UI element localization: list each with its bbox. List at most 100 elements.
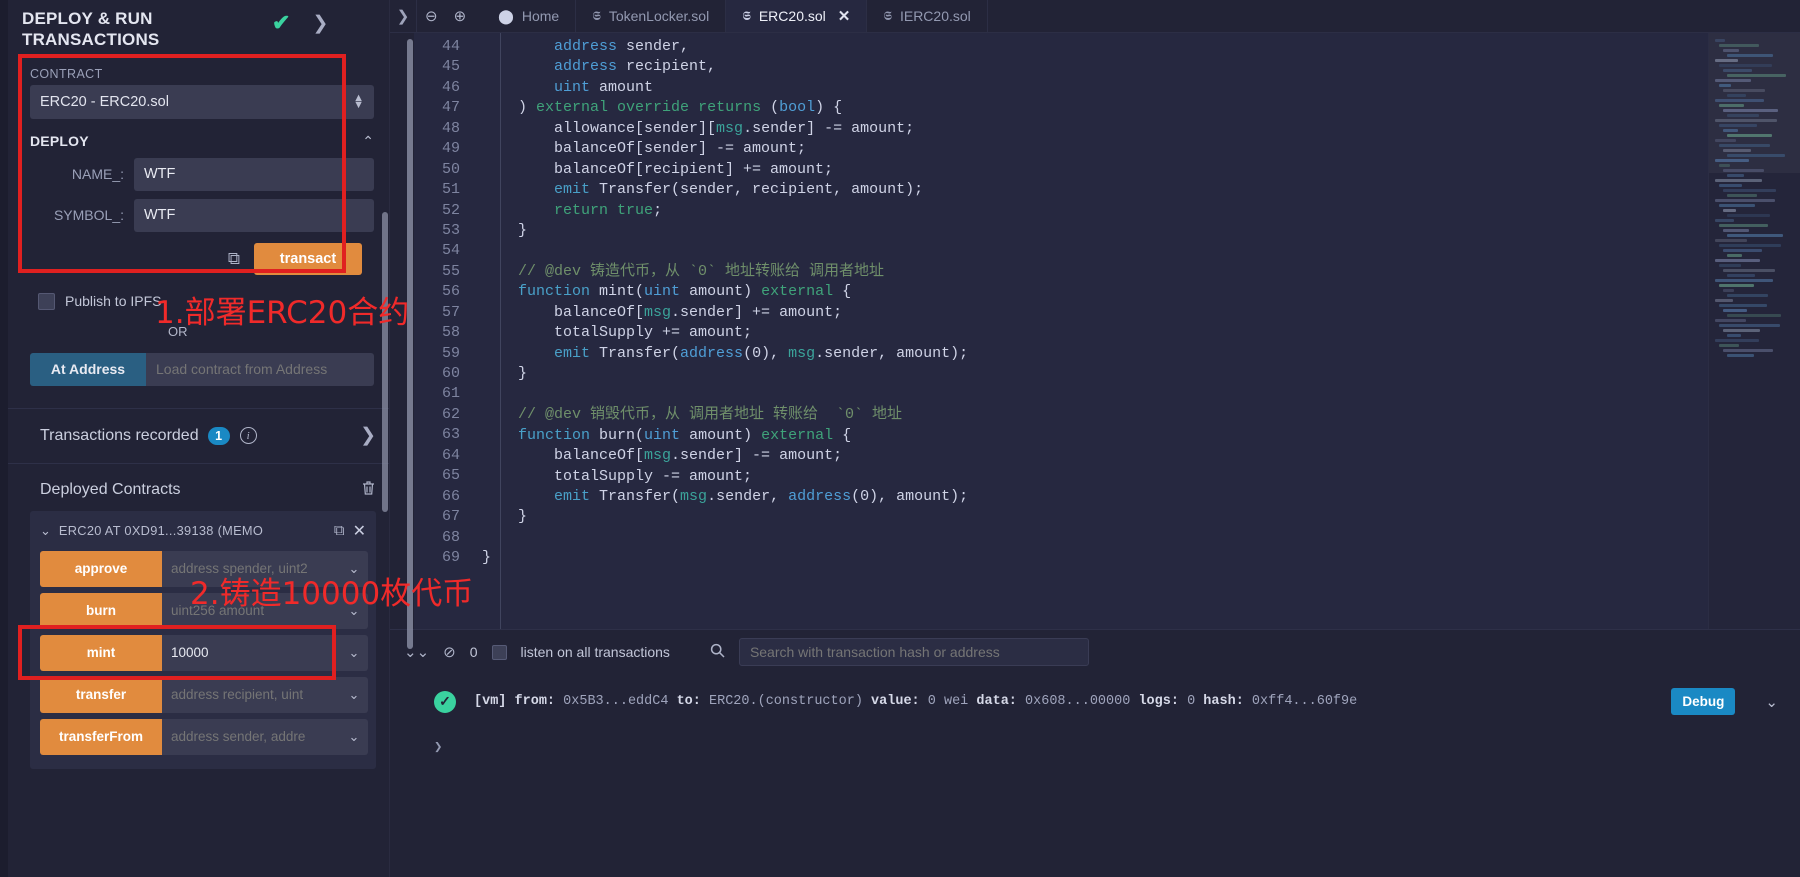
approve-button[interactable]: approve bbox=[40, 550, 162, 587]
deployed-contract-name: ERC20 AT 0XD91...39138 (MEMO bbox=[58, 523, 264, 538]
plugin-active-check-icon: ✔ bbox=[272, 10, 291, 35]
transaction-log-row[interactable]: ✓ [vm] from: 0x5B3...eddC4 to: ERC20.(co… bbox=[390, 678, 1800, 725]
terminal-panel: ⌄⌄ ⊘ 0 listen on all transactions ✓ [vm] bbox=[390, 629, 1800, 877]
log-value-value: 0 wei bbox=[927, 694, 969, 709]
contract-label: CONTRACT bbox=[30, 66, 103, 81]
tab-erc20-label: ERC20.sol bbox=[758, 8, 826, 24]
solidity-icon: 𝕾 bbox=[592, 8, 601, 23]
code-content[interactable]: address sender, address recipient, uint … bbox=[472, 33, 1708, 629]
terminal-prompt[interactable]: ❯ bbox=[390, 725, 1800, 756]
solidity-icon: 𝕾 bbox=[883, 8, 892, 23]
publish-ipfs-checkbox[interactable] bbox=[38, 292, 55, 310]
log-hash-value: 0xff4...60f9e bbox=[1251, 694, 1358, 709]
chevron-right-icon[interactable]: ❯ bbox=[312, 14, 328, 33]
pending-count: 0 bbox=[469, 644, 478, 660]
transfer-input[interactable] bbox=[162, 676, 340, 713]
burn-button[interactable]: burn bbox=[40, 592, 162, 629]
deploy-arg-symbol: SYMBOL_: bbox=[30, 198, 374, 232]
log-value-label: value: bbox=[871, 694, 920, 709]
mint-expand-icon[interactable]: ⌄ bbox=[340, 634, 368, 671]
publish-ipfs-label: Publish to IPFS bbox=[65, 293, 162, 309]
main-area: ❯ ⊖ ⊕ ⬤ Home 𝕾 TokenLocker.sol 𝕾 ERC20.s… bbox=[390, 0, 1800, 877]
success-check-icon: ✓ bbox=[434, 690, 456, 713]
copy-icon[interactable]: ⧉ bbox=[228, 249, 240, 269]
arg-label-name: NAME_: bbox=[71, 166, 124, 182]
tab-tokenlocker[interactable]: 𝕾 TokenLocker.sol bbox=[576, 0, 727, 32]
zoom-out-icon[interactable]: ⊖ bbox=[425, 7, 438, 25]
clear-console-icon[interactable]: ⊘ bbox=[443, 643, 456, 661]
arg-label-symbol: SYMBOL_: bbox=[53, 207, 124, 223]
at-address-button[interactable]: At Address bbox=[30, 352, 146, 386]
at-address-input[interactable] bbox=[146, 352, 374, 386]
line-number-gutter: 44 45 46 47 48 49 50 51 52 53 54 55 56 57 58 59 60 61 62 63… bbox=[414, 33, 472, 629]
zoom-in-icon[interactable]: ⊕ bbox=[454, 7, 467, 25]
log-from-value: 0x5B3...eddC4 bbox=[563, 694, 669, 709]
chevron-down-icon[interactable]: ⌄ bbox=[40, 523, 51, 539]
listen-all-label: listen on all transactions bbox=[520, 644, 670, 660]
transaction-log-text: [vm] from: 0x5B3...eddC4 to: ERC20.(cons… bbox=[474, 694, 1653, 709]
transfer-button[interactable]: transfer bbox=[40, 676, 162, 713]
deploy-arg-name: NAME_: bbox=[30, 157, 374, 191]
trash-icon[interactable] bbox=[361, 480, 376, 501]
tab-home-label: Home bbox=[521, 8, 560, 24]
function-row-transferfrom: transferFrom ⌄ bbox=[40, 718, 368, 755]
log-to-value: ERC20.(constructor) bbox=[709, 694, 863, 709]
search-input[interactable] bbox=[738, 638, 1089, 666]
deployed-contracts-header: Deployed Contracts bbox=[8, 464, 389, 511]
mint-button[interactable]: mint bbox=[40, 634, 162, 671]
transactions-recorded-label: Transactions recorded bbox=[40, 426, 199, 444]
transferfrom-expand-icon[interactable]: ⌄ bbox=[340, 718, 368, 755]
transactions-chevron-right-icon[interactable]: ❯ bbox=[360, 426, 376, 445]
transfer-expand-icon[interactable]: ⌄ bbox=[340, 676, 368, 713]
tab-erc20[interactable]: 𝕾 ERC20.sol ✕ bbox=[726, 0, 868, 32]
log-logs-value: 0 bbox=[1187, 694, 1196, 709]
stepper-icon: ▲ ▼ bbox=[353, 92, 364, 111]
listen-all-checkbox[interactable] bbox=[491, 644, 507, 660]
transact-button[interactable]: transact bbox=[254, 242, 362, 275]
copy-address-icon[interactable]: ⧉ bbox=[334, 522, 345, 539]
transferfrom-input[interactable] bbox=[162, 718, 340, 755]
tab-ierc20-label: IERC20.sol bbox=[899, 8, 971, 24]
debug-button[interactable]: Debug bbox=[1671, 688, 1736, 715]
deployed-contract-header[interactable]: ⌄ ERC20 AT 0XD91...39138 (MEMO ⧉ ✕ bbox=[30, 511, 376, 551]
terminal-output: ✓ [vm] from: 0x5B3...eddC4 to: ERC20.(co… bbox=[390, 674, 1800, 877]
terminal-toolbar: ⌄⌄ ⊘ 0 listen on all transactions bbox=[390, 630, 1800, 674]
contract-select[interactable]: ERC20 - ERC20.sol ▲ ▼ bbox=[30, 84, 374, 119]
tab-ierc20[interactable]: 𝕾 IERC20.sol bbox=[867, 0, 988, 32]
close-icon[interactable]: ✕ bbox=[838, 7, 851, 25]
log-expand-icon[interactable]: ⌄ bbox=[1765, 693, 1778, 711]
code-editor[interactable]: 44 45 46 47 48 49 50 51 52 53 54 55 56 57 58 59 60 61 62 63… bbox=[390, 33, 1800, 649]
log-from-label: from: bbox=[514, 694, 556, 709]
function-row-transfer: transfer ⌄ bbox=[40, 676, 368, 713]
name-input[interactable] bbox=[134, 157, 374, 191]
deploy-section-header[interactable]: DEPLOY ⌃ bbox=[30, 133, 374, 150]
log-hash-label: hash: bbox=[1203, 694, 1244, 709]
transactions-recorded-section[interactable]: Transactions recorded 1 i ❯ bbox=[8, 407, 389, 464]
deployed-contracts-label: Deployed Contracts bbox=[40, 481, 181, 498]
home-icon: ⬤ bbox=[498, 7, 514, 24]
close-icon[interactable]: ✕ bbox=[353, 521, 366, 541]
log-data-label: data: bbox=[976, 694, 1017, 709]
symbol-input[interactable] bbox=[134, 198, 374, 232]
log-prefix: [vm] bbox=[474, 694, 507, 709]
panel-header: DEPLOY & RUN TRANSACTIONS ✔ ❯ bbox=[8, 0, 389, 57]
source-code[interactable]: address sender, address recipient, uint … bbox=[472, 37, 1708, 569]
transferfrom-button[interactable]: transferFrom bbox=[40, 718, 162, 755]
mint-input[interactable] bbox=[162, 634, 340, 671]
editor-minimap[interactable] bbox=[1708, 33, 1800, 629]
chevron-up-icon: ⌃ bbox=[362, 132, 374, 149]
info-icon[interactable]: i bbox=[239, 427, 257, 444]
tab-home[interactable]: ⬤ Home bbox=[482, 0, 577, 32]
deploy-run-sidebar: DEPLOY & RUN TRANSACTIONS ✔ ❯ CONTRACT E… bbox=[0, 0, 390, 877]
annotation-text-deploy: 1.部署ERC20合约 bbox=[155, 295, 410, 331]
deployed-contract-card: ⌄ ERC20 AT 0XD91...39138 (MEMO ⧉ ✕ appro… bbox=[30, 510, 376, 769]
sidebar-collapse-icon[interactable]: ❯ bbox=[390, 0, 416, 32]
sidebar-scrollbar[interactable] bbox=[382, 212, 388, 512]
tab-tokenlocker-label: TokenLocker.sol bbox=[608, 8, 710, 24]
log-logs-label: logs: bbox=[1138, 694, 1179, 709]
contract-select-value: ERC20 - ERC20.sol bbox=[40, 93, 169, 110]
solidity-icon: 𝕾 bbox=[742, 8, 751, 23]
page-title: DEPLOY & RUN TRANSACTIONS bbox=[22, 9, 160, 50]
annotation-text-mint: 2.铸造10000枚代币 bbox=[190, 576, 474, 612]
transactions-recorded-badge: 1 bbox=[207, 426, 230, 445]
